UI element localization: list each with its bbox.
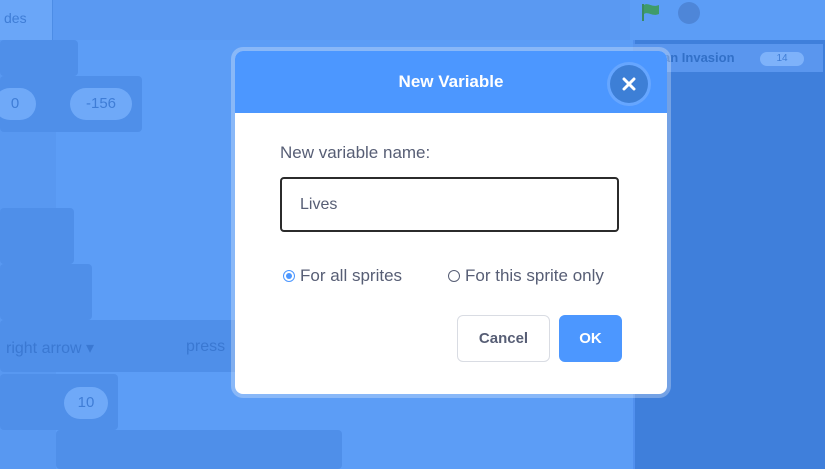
- close-button[interactable]: [610, 65, 648, 103]
- variable-name-input[interactable]: [280, 177, 619, 232]
- code-block: [0, 264, 92, 320]
- radio-button-checked[interactable]: [283, 270, 295, 282]
- scope-option-this-sprite[interactable]: For this sprite only: [448, 264, 604, 288]
- toolbar-strip: [0, 0, 630, 40]
- radio-button[interactable]: [448, 270, 460, 282]
- stage-monitor-value: 14: [760, 52, 804, 66]
- code-block: [0, 40, 78, 76]
- cancel-button[interactable]: Cancel: [457, 315, 550, 362]
- code-block: [0, 208, 74, 264]
- stop-icon: [678, 2, 700, 24]
- scope-option-all-sprites[interactable]: For all sprites: [283, 264, 402, 288]
- ok-button[interactable]: OK: [559, 315, 622, 362]
- green-flag-icon: [640, 2, 662, 22]
- close-icon: [622, 77, 636, 91]
- code-block: [56, 430, 342, 469]
- value-pill: 10: [64, 387, 108, 419]
- stage-monitor-label: an Invasion: [663, 50, 735, 65]
- dropdown-text-2: press: [186, 338, 226, 355]
- value-pill: -156: [70, 88, 132, 120]
- dropdown-text: right arrow ▾: [6, 340, 95, 357]
- editor-tab-label: des: [4, 10, 27, 26]
- dialog-header: New Variable: [235, 51, 667, 113]
- scope-option-label: For this sprite only: [465, 266, 604, 285]
- variable-name-label: New variable name:: [280, 143, 431, 162]
- new-variable-dialog: New Variable New variable name: For all …: [235, 51, 667, 394]
- editor-tab: des: [0, 0, 53, 40]
- dialog-title: New Variable: [398, 72, 504, 91]
- value-pill: 0: [0, 88, 36, 120]
- scope-option-label: For all sprites: [300, 266, 403, 285]
